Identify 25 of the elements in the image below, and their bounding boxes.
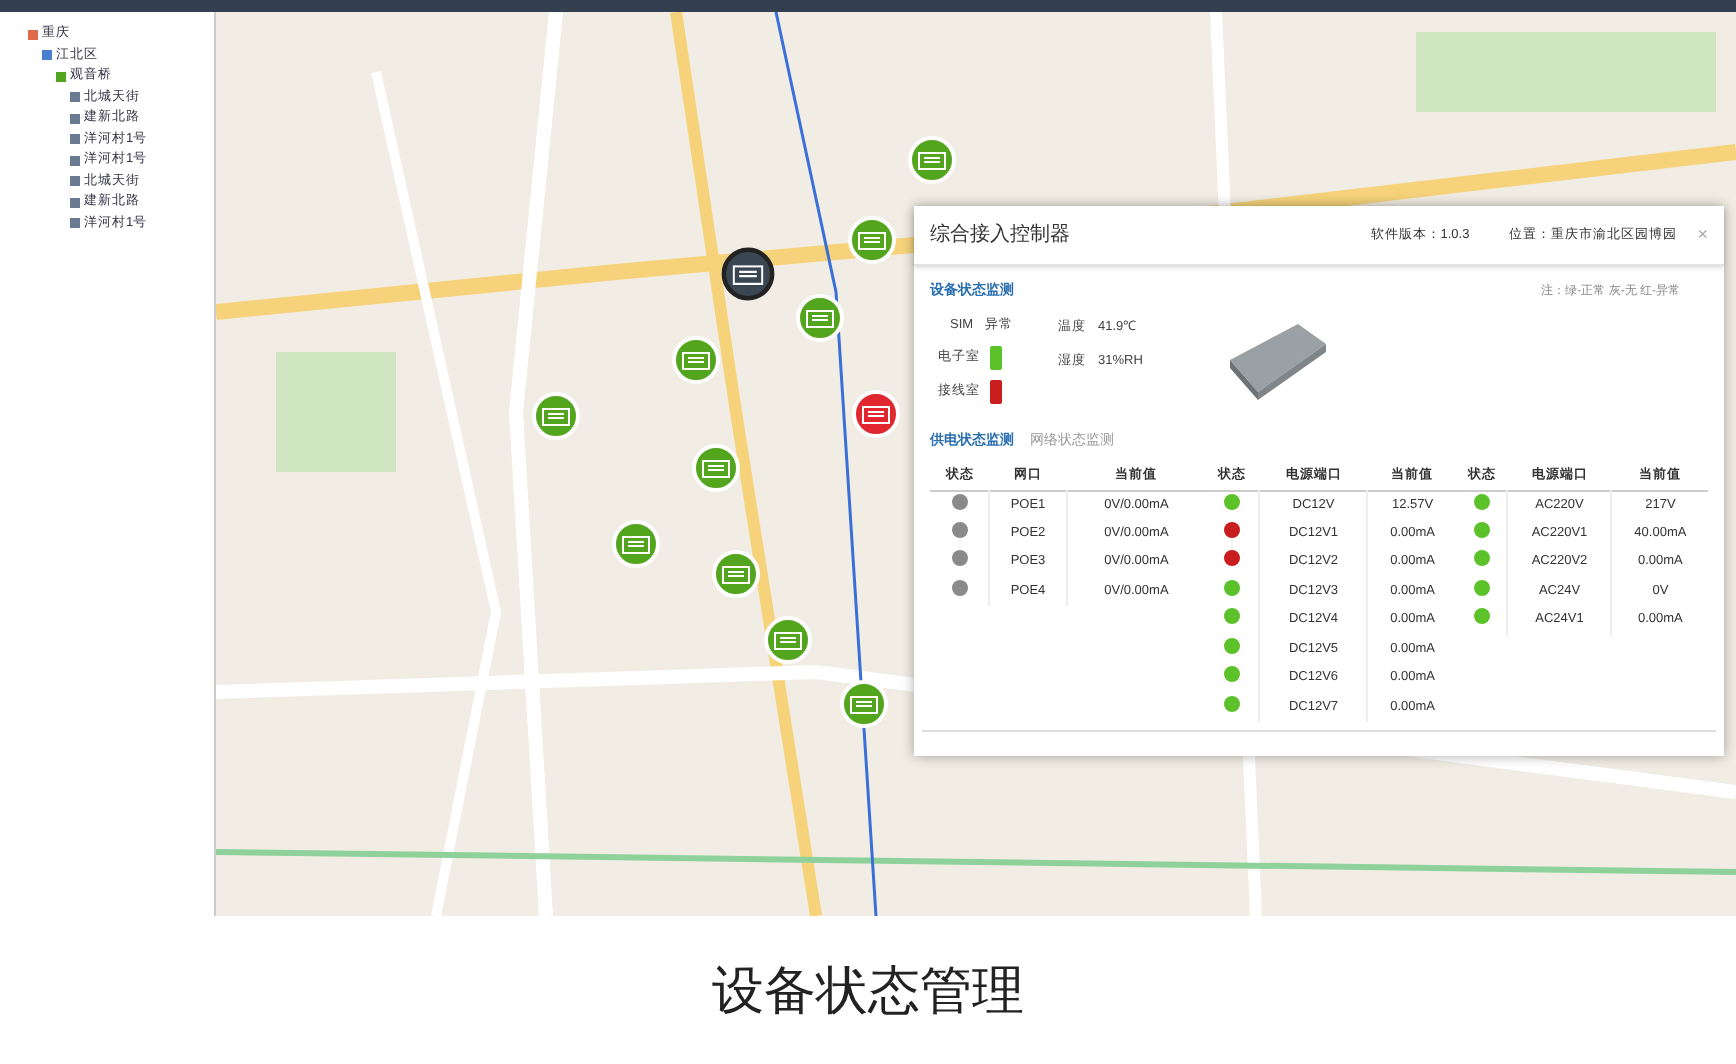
device-icon — [542, 407, 570, 425]
device-icon — [732, 264, 764, 284]
device-icon — [774, 631, 802, 649]
node-icon — [70, 176, 80, 187]
node-icon — [70, 155, 80, 166]
device-icon — [806, 309, 834, 327]
node-icon — [70, 113, 80, 124]
node-icon — [56, 71, 66, 82]
device-icon — [918, 151, 946, 169]
node-icon — [70, 197, 80, 208]
node-icon — [42, 50, 52, 61]
device-icon — [862, 405, 890, 423]
device-icon — [850, 695, 878, 713]
node-icon — [28, 29, 38, 40]
device-icon — [858, 231, 886, 249]
node-icon — [70, 92, 80, 103]
device-marker[interactable] — [721, 247, 775, 301]
device-icon — [722, 565, 750, 583]
page-caption: 设备状态管理 — [712, 957, 1024, 1023]
panel-title: 综合接入控制器 — [930, 221, 1072, 250]
node-icon — [70, 218, 80, 229]
node-icon — [70, 134, 80, 145]
device-icon — [622, 535, 650, 553]
device-icon — [682, 351, 710, 369]
device-icon — [702, 459, 730, 477]
